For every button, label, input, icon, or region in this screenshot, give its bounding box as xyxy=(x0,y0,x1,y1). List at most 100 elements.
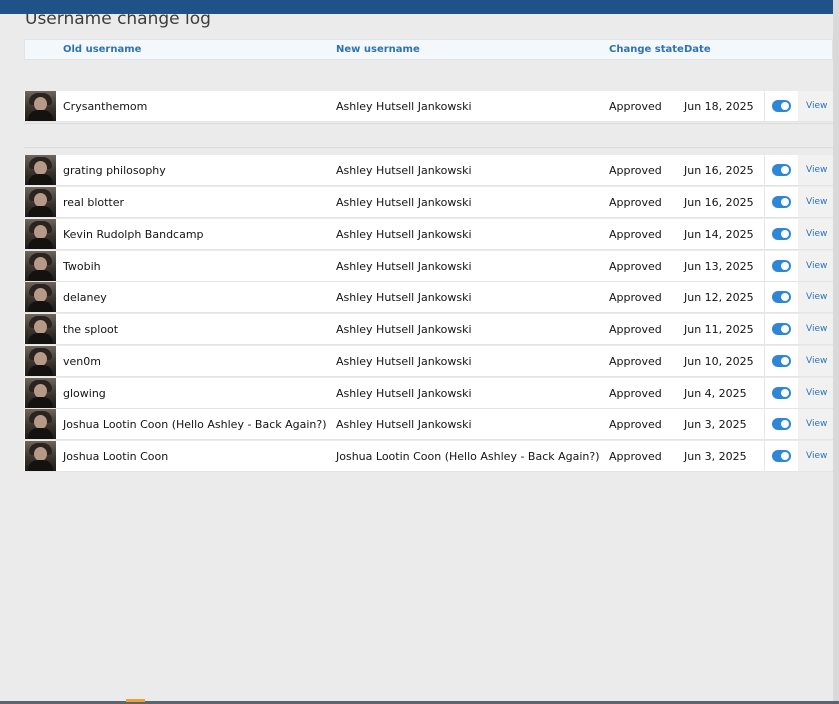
change-state: Approved xyxy=(609,387,662,400)
table-row[interactable]: the sploot Ashley Hutsell Jankowski Approv… xyxy=(24,314,833,345)
avatar xyxy=(25,219,56,249)
change-date: Jun 16, 2025 xyxy=(684,196,754,209)
table-row[interactable]: Twobih Ashley Hutsell Jankowski Approved Ju… xyxy=(24,251,833,282)
avatar xyxy=(25,91,56,121)
enabled-toggle[interactable] xyxy=(772,450,791,462)
table-row[interactable]: Joshua Lootin Coon Joshua Lootin Coon (He… xyxy=(24,441,833,472)
enabled-toggle[interactable] xyxy=(772,355,791,367)
view-link[interactable]: View xyxy=(806,101,827,111)
toggle-cell xyxy=(764,378,798,408)
avatar xyxy=(25,187,56,217)
view-cell: View xyxy=(798,219,833,249)
avatar xyxy=(25,346,56,376)
change-date: Jun 11, 2025 xyxy=(684,323,754,336)
enabled-toggle[interactable] xyxy=(772,387,791,399)
enabled-toggle[interactable] xyxy=(772,260,791,272)
column-header-old-username[interactable]: Old username xyxy=(63,44,141,55)
table-row[interactable]: real blotter Ashley Hutsell Jankowski Appr… xyxy=(24,187,833,218)
view-link[interactable]: View xyxy=(806,324,827,334)
toggle-cell xyxy=(764,282,798,312)
change-date: Jun 12, 2025 xyxy=(684,291,754,304)
toggle-knob xyxy=(781,420,789,428)
enabled-toggle[interactable] xyxy=(772,228,791,240)
new-username: Ashley Hutsell Jankowski xyxy=(336,387,472,400)
enabled-toggle[interactable] xyxy=(772,100,791,112)
change-date: Jun 16, 2025 xyxy=(684,164,754,177)
table-row[interactable]: Joshua Lootin Coon (Hello Ashley - Back … xyxy=(24,409,833,440)
change-date: Jun 13, 2025 xyxy=(684,260,754,273)
new-username: Ashley Hutsell Jankowski xyxy=(336,260,472,273)
new-username: Ashley Hutsell Jankowski xyxy=(336,418,472,431)
old-username: grating philosophy xyxy=(63,164,166,177)
view-link[interactable]: View xyxy=(806,356,827,366)
view-cell: View xyxy=(798,409,833,439)
change-state: Approved xyxy=(609,164,662,177)
toggle-cell xyxy=(764,251,798,281)
change-date: Jun 14, 2025 xyxy=(684,228,754,241)
view-link[interactable]: View xyxy=(806,292,827,302)
table-row[interactable]: Kevin Rudolph Bandcamp Ashley Hutsell Jan… xyxy=(24,219,833,250)
change-date: Jun 3, 2025 xyxy=(684,450,747,463)
toggle-knob xyxy=(781,230,789,238)
old-username: Crysanthemom xyxy=(63,100,148,113)
avatar xyxy=(25,378,56,408)
table-row[interactable]: glowing Ashley Hutsell Jankowski Approved J… xyxy=(24,378,833,409)
toggle-cell xyxy=(764,314,798,344)
avatar xyxy=(25,251,56,281)
view-link[interactable]: View xyxy=(806,229,827,239)
toggle-knob xyxy=(781,452,789,460)
change-state: Approved xyxy=(609,418,662,431)
new-username: Ashley Hutsell Jankowski xyxy=(336,196,472,209)
avatar xyxy=(25,282,56,312)
row-separator xyxy=(24,123,833,124)
column-header-date[interactable]: Date xyxy=(684,44,711,55)
bottom-marker xyxy=(126,699,145,702)
avatar xyxy=(25,155,56,185)
enabled-toggle[interactable] xyxy=(772,323,791,335)
new-username: Joshua Lootin Coon (Hello Ashley - Back … xyxy=(336,450,600,463)
enabled-toggle[interactable] xyxy=(772,164,791,176)
enabled-toggle[interactable] xyxy=(772,291,791,303)
view-link[interactable]: View xyxy=(806,388,827,398)
table-row[interactable]: ven0m Ashley Hutsell Jankowski Approved Jun… xyxy=(24,346,833,377)
view-link[interactable]: View xyxy=(806,165,827,175)
table-row[interactable]: grating philosophy Ashley Hutsell Jankows… xyxy=(24,155,833,186)
enabled-toggle[interactable] xyxy=(772,196,791,208)
old-username: glowing xyxy=(63,387,106,400)
new-username: Ashley Hutsell Jankowski xyxy=(336,291,472,304)
change-state: Approved xyxy=(609,196,662,209)
table-header: Old username New username Change state D… xyxy=(24,39,833,60)
old-username: Joshua Lootin Coon (Hello Ashley - Back … xyxy=(63,418,327,431)
change-date: Jun 10, 2025 xyxy=(684,355,754,368)
old-username: the sploot xyxy=(63,323,119,336)
view-cell: View xyxy=(798,314,833,344)
view-cell: View xyxy=(798,187,833,217)
change-state: Approved xyxy=(609,450,662,463)
change-state: Approved xyxy=(609,323,662,336)
new-username: Ashley Hutsell Jankowski xyxy=(336,164,472,177)
old-username: ven0m xyxy=(63,355,101,368)
column-header-new-username[interactable]: New username xyxy=(336,44,420,55)
toggle-cell xyxy=(764,91,798,121)
toggle-knob xyxy=(781,389,789,397)
old-username: Twobih xyxy=(63,260,101,273)
view-link[interactable]: View xyxy=(806,261,827,271)
avatar xyxy=(25,314,56,344)
table-row[interactable]: Crysanthemom Ashley Hutsell Jankowski Appr… xyxy=(24,91,833,122)
new-username: Ashley Hutsell Jankowski xyxy=(336,355,472,368)
view-cell: View xyxy=(798,155,833,185)
view-link[interactable]: View xyxy=(806,451,827,461)
enabled-toggle[interactable] xyxy=(772,418,791,430)
view-link[interactable]: View xyxy=(806,419,827,429)
view-link[interactable]: View xyxy=(806,197,827,207)
toggle-cell xyxy=(764,155,798,185)
vertical-scrollbar[interactable] xyxy=(833,0,839,704)
change-date: Jun 18, 2025 xyxy=(684,100,754,113)
old-username: Kevin Rudolph Bandcamp xyxy=(63,228,204,241)
toggle-knob xyxy=(781,262,789,270)
column-header-change-state[interactable]: Change state xyxy=(609,44,684,55)
toggle-knob xyxy=(781,102,789,110)
table-row[interactable]: delaney Ashley Hutsell Jankowski Approved J… xyxy=(24,282,833,313)
view-cell: View xyxy=(798,346,833,376)
old-username: delaney xyxy=(63,291,107,304)
